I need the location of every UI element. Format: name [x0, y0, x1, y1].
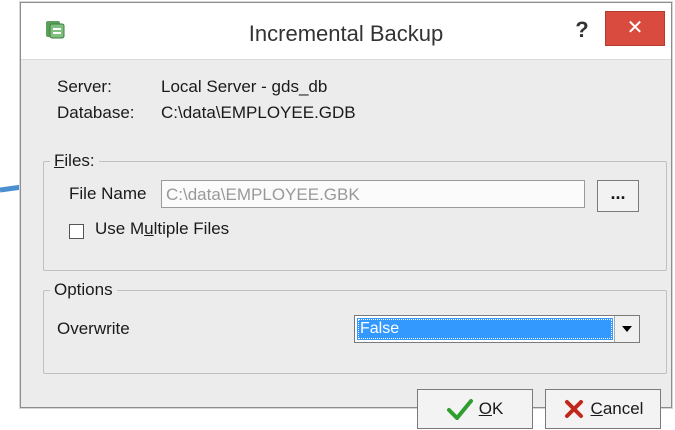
- use-multiple-files-label[interactable]: Use Multiple Files: [95, 219, 229, 239]
- database-value: C:\data\EMPLOYEE.GDB: [161, 103, 356, 122]
- dropdown-arrow-icon[interactable]: [614, 316, 639, 342]
- close-button[interactable]: ✕: [605, 11, 665, 46]
- help-button[interactable]: ?: [567, 15, 597, 45]
- cancel-accel: C: [590, 399, 603, 418]
- incremental-backup-dialog: Incremental Backup ? ✕ Server: Local Ser…: [20, 2, 672, 429]
- overwrite-label: Overwrite: [57, 319, 130, 338]
- title-bar: Incremental Backup ? ✕: [21, 3, 671, 60]
- overwrite-select[interactable]: False: [354, 315, 640, 343]
- multiple-label-accel: u: [144, 219, 154, 238]
- multiple-label-part1: Use M: [95, 219, 145, 238]
- checkmark-icon: [446, 399, 473, 420]
- server-value: Local Server - gds_db: [161, 77, 328, 96]
- chevron-down-icon: [622, 326, 632, 332]
- cancel-label: Cancel: [591, 399, 644, 419]
- files-group: Files:: [43, 151, 667, 271]
- server-label: Server:: [57, 77, 112, 96]
- options-legend: Options: [50, 280, 117, 300]
- overwrite-value: False: [357, 318, 613, 340]
- use-multiple-files-checkbox[interactable]: [69, 224, 84, 239]
- files-legend-accel: F: [54, 151, 65, 170]
- files-legend-text: iles:: [64, 151, 95, 170]
- ok-label: OK: [479, 399, 504, 419]
- database-label: Database:: [57, 103, 135, 122]
- file-name-label: File Name: [69, 184, 147, 203]
- ok-text: K: [491, 399, 504, 418]
- ok-button[interactable]: OK: [417, 389, 533, 429]
- file-name-input[interactable]: C:\data\EMPLOYEE.GBK: [161, 180, 585, 208]
- cancel-button[interactable]: Cancel: [545, 389, 661, 429]
- x-icon: [564, 400, 583, 418]
- files-legend: Files:: [50, 151, 99, 171]
- multiple-label-part2: ltiple Files: [153, 219, 230, 238]
- browse-button[interactable]: ...: [597, 180, 639, 212]
- cancel-text: ancel: [602, 399, 644, 418]
- ok-accel: O: [478, 399, 492, 418]
